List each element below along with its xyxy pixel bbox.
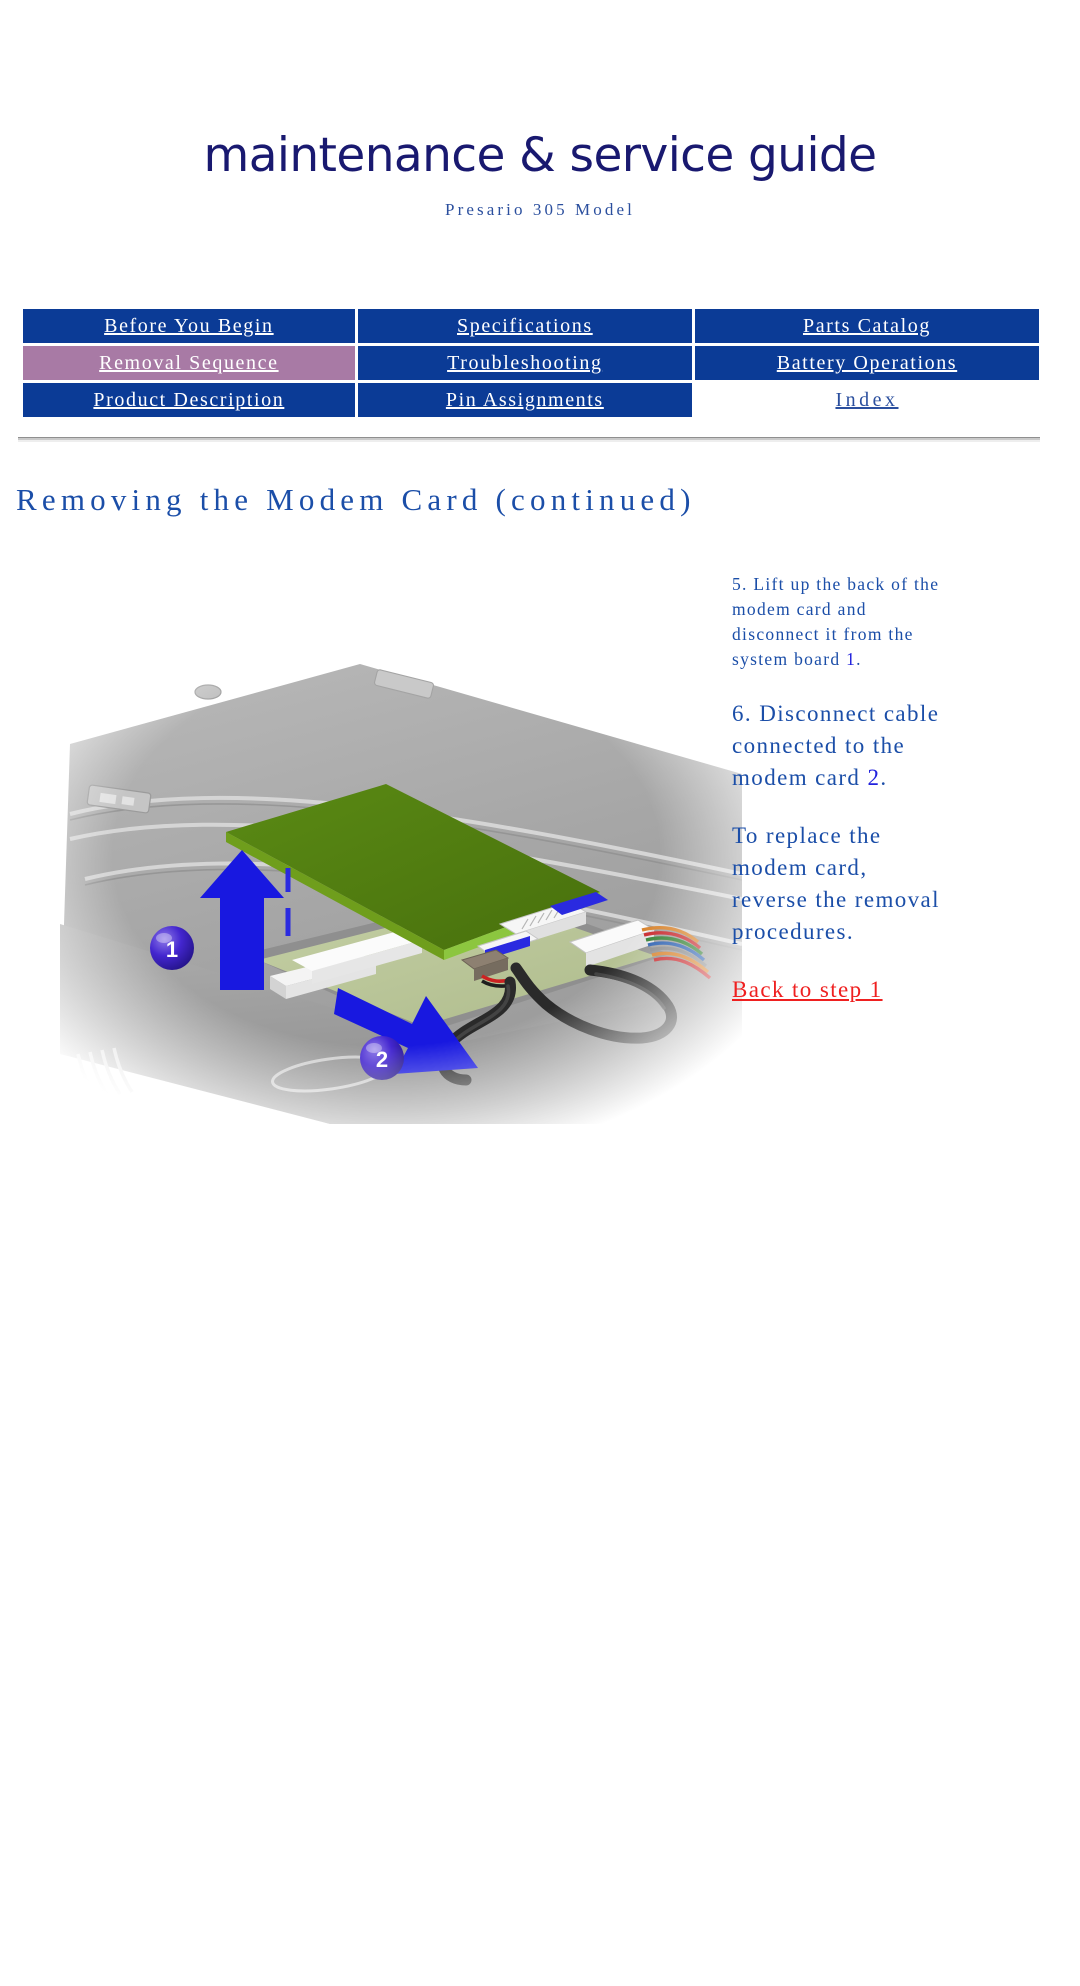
screw-boss bbox=[194, 684, 222, 700]
nav-row: Product Description Pin Assignments Inde… bbox=[23, 383, 1039, 417]
step-6-text: 6. Disconnect cable connected to the mod… bbox=[732, 698, 942, 794]
step-6-body: 6. Disconnect cable connected to the mod… bbox=[732, 701, 940, 790]
modem-card-removal-illustration: 1 2 bbox=[30, 624, 742, 1124]
step-5-body: 5. Lift up the back of the modem card an… bbox=[732, 574, 940, 669]
masthead: maintenance & service guide Presario 305… bbox=[0, 0, 1080, 218]
nav-cell-index[interactable]: Index bbox=[694, 383, 1039, 417]
nav-link-before-you-begin[interactable]: Before You Begin bbox=[104, 309, 274, 343]
step-5-text: 5. Lift up the back of the modem card an… bbox=[732, 572, 942, 672]
nav-link-specifications[interactable]: Specifications bbox=[457, 309, 593, 343]
instruction-steps-column: 5. Lift up the back of the modem card an… bbox=[732, 572, 942, 1006]
svg-text:1: 1 bbox=[166, 937, 178, 962]
nav-link-troubleshooting[interactable]: Troubleshooting bbox=[447, 346, 603, 380]
model-subtitle: Presario 305 Model bbox=[445, 200, 635, 219]
nav-cell-parts-catalog[interactable]: Parts Catalog bbox=[694, 309, 1039, 343]
main-navigation-table: Before You Begin Specifications Parts Ca… bbox=[20, 306, 1042, 420]
nav-cell-specifications[interactable]: Specifications bbox=[357, 309, 692, 343]
nav-link-battery-operations[interactable]: Battery Operations bbox=[777, 346, 957, 380]
nav-cell-battery-operations[interactable]: Battery Operations bbox=[694, 346, 1039, 380]
guide-title: maintenance & service guide bbox=[203, 128, 878, 183]
illustration-artwork: 1 2 bbox=[60, 664, 742, 1124]
nav-cell-pin-assignments[interactable]: Pin Assignments bbox=[357, 383, 692, 417]
back-to-step-1-link[interactable]: Back to step 1 bbox=[732, 974, 883, 1006]
nav-link-pin-assignments[interactable]: Pin Assignments bbox=[446, 383, 604, 417]
nav-link-product-description[interactable]: Product Description bbox=[93, 383, 284, 417]
step-6-period: . bbox=[880, 765, 888, 790]
callout-marker-1: 1 bbox=[150, 926, 194, 970]
step-5-callout-number: 1 bbox=[846, 649, 857, 669]
nav-link-parts-catalog[interactable]: Parts Catalog bbox=[803, 309, 931, 343]
nav-cell-product-description[interactable]: Product Description bbox=[23, 383, 355, 417]
page-title: Removing the Modem Card (continued) bbox=[16, 482, 696, 517]
replace-instructions: To replace the modem card, reverse the r… bbox=[732, 823, 940, 944]
svg-text:2: 2 bbox=[376, 1047, 388, 1072]
nav-link-index[interactable]: Index bbox=[835, 383, 898, 417]
nav-row: Removal Sequence Troubleshooting Battery… bbox=[23, 346, 1039, 380]
nav-cell-removal-sequence[interactable]: Removal Sequence bbox=[23, 346, 355, 380]
nav-cell-troubleshooting[interactable]: Troubleshooting bbox=[357, 346, 692, 380]
callout-marker-2: 2 bbox=[360, 1036, 404, 1080]
header-divider-rule bbox=[18, 437, 1040, 442]
nav-row: Before You Begin Specifications Parts Ca… bbox=[23, 309, 1039, 343]
step-5-period: . bbox=[856, 649, 862, 669]
nav-cell-before-you-begin[interactable]: Before You Begin bbox=[23, 309, 355, 343]
nav-link-removal-sequence[interactable]: Removal Sequence bbox=[99, 346, 278, 380]
step-6-callout-number: 2 bbox=[867, 765, 881, 790]
